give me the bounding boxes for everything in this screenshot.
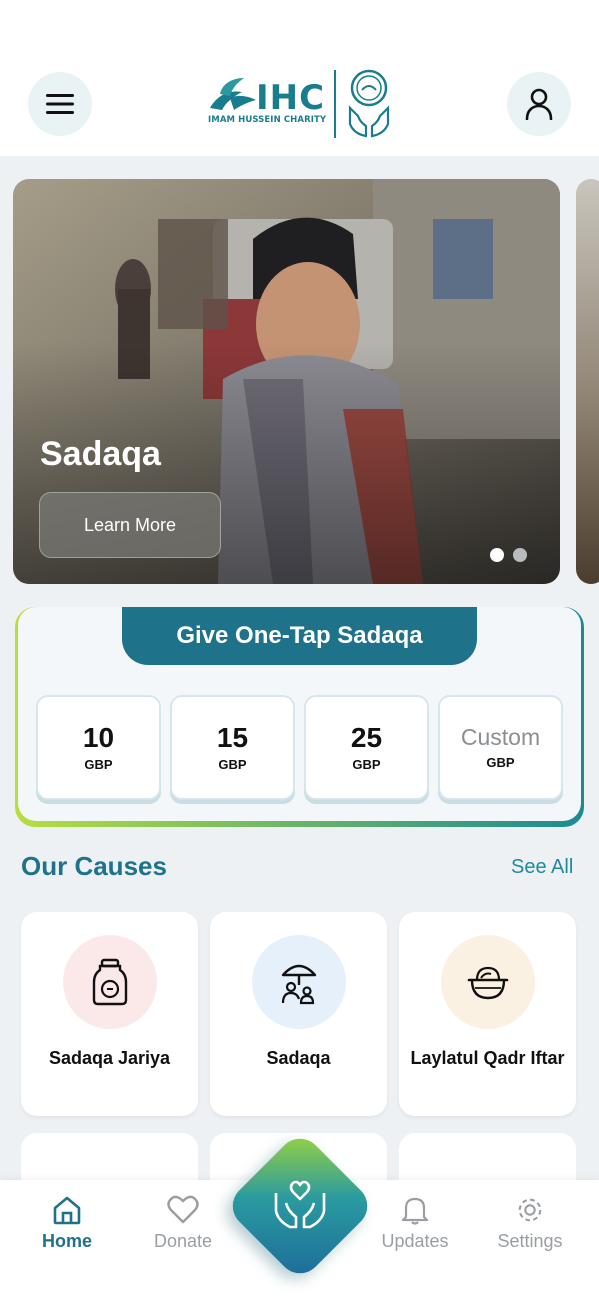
nav-label: Updates xyxy=(381,1231,449,1251)
amount-currency: GBP xyxy=(84,757,113,773)
cause-icon-circle xyxy=(252,935,346,1029)
amount-currency: GBP xyxy=(352,757,381,773)
home-icon xyxy=(53,1196,81,1225)
nav-donate[interactable]: Donate xyxy=(128,1195,238,1252)
logo-divider xyxy=(334,70,336,138)
amount-value: 25 xyxy=(350,721,383,753)
learn-more-button[interactable]: Learn More xyxy=(39,492,221,558)
amount-currency: GBP xyxy=(218,757,247,773)
amount-option-custom[interactable]: Custom GBP xyxy=(438,695,563,800)
nav-label: Settings xyxy=(497,1231,563,1251)
food-basket-icon xyxy=(467,966,509,1000)
cause-label: Sadaqa Jariya xyxy=(48,1048,171,1068)
cause-card-laylatul-qadr-iftar[interactable]: Laylatul Qadr Iftar xyxy=(399,912,576,1116)
app-header: IHC IMAM HUSSEIN CHARITY xyxy=(0,0,599,156)
cause-icon-circle xyxy=(441,935,535,1029)
leaf-hand-logo-icon xyxy=(210,78,256,110)
logo-text: IHC xyxy=(256,78,326,118)
cause-label: Laylatul Qadr Iftar xyxy=(410,1048,565,1068)
amount-currency: GBP xyxy=(486,754,515,770)
heart-icon xyxy=(167,1195,199,1224)
carousel-dot-active[interactable] xyxy=(490,548,504,562)
amount-option-15[interactable]: 15 GBP xyxy=(170,695,295,800)
hero-carousel-slide[interactable]: Sadaqa Learn More xyxy=(13,179,560,584)
carousel-pagination xyxy=(490,548,527,562)
user-profile-icon xyxy=(525,88,553,120)
nav-label: Home xyxy=(41,1231,92,1251)
one-tap-title: Give One-Tap Sadaqa xyxy=(122,607,477,665)
slide-title: Sadaqa xyxy=(40,435,161,473)
umbrella-family-icon xyxy=(281,964,317,1005)
emblem-hands-icon xyxy=(348,69,390,138)
one-tap-card-body: Give One-Tap Sadaqa 10 GBP 15 GBP 25 GBP… xyxy=(18,607,581,821)
section-title: Our Causes xyxy=(21,851,167,881)
bell-icon xyxy=(401,1197,429,1225)
amount-value: 10 xyxy=(82,721,115,753)
amount-option-10[interactable]: 10 GBP xyxy=(36,695,161,800)
cause-card-sadaqa[interactable]: Sadaqa xyxy=(210,912,387,1116)
carousel-dot[interactable] xyxy=(513,548,527,562)
jar-coin-icon xyxy=(92,958,128,1006)
amount-option-25[interactable]: 25 GBP xyxy=(304,695,429,800)
nav-home[interactable]: Home xyxy=(12,1195,122,1252)
heart-hands-icon xyxy=(274,1180,326,1229)
hamburger-menu-icon xyxy=(46,94,74,114)
nav-settings[interactable]: Settings xyxy=(475,1195,585,1252)
see-all-link[interactable]: See All xyxy=(511,856,573,879)
cause-label: Sadaqa xyxy=(266,1048,331,1068)
amount-value: Custom xyxy=(460,724,541,751)
ihc-logo: IHC IMAM HUSSEIN CHARITY xyxy=(208,68,398,140)
next-slide-peek[interactable] xyxy=(576,179,599,584)
amount-value: 15 xyxy=(216,721,249,753)
nav-label: Donate xyxy=(153,1231,213,1251)
gear-icon xyxy=(518,1198,542,1222)
profile-button[interactable] xyxy=(507,72,571,136)
logo-subtitle: IMAM HUSSEIN CHARITY xyxy=(208,115,327,125)
nav-updates[interactable]: Updates xyxy=(360,1195,470,1252)
menu-button[interactable] xyxy=(28,72,92,136)
cause-card-sadaqa-jariya[interactable]: Sadaqa Jariya xyxy=(21,912,198,1116)
cause-icon-circle xyxy=(63,935,157,1029)
one-tap-sadaqa-card: Give One-Tap Sadaqa 10 GBP 15 GBP 25 GBP… xyxy=(15,607,584,827)
